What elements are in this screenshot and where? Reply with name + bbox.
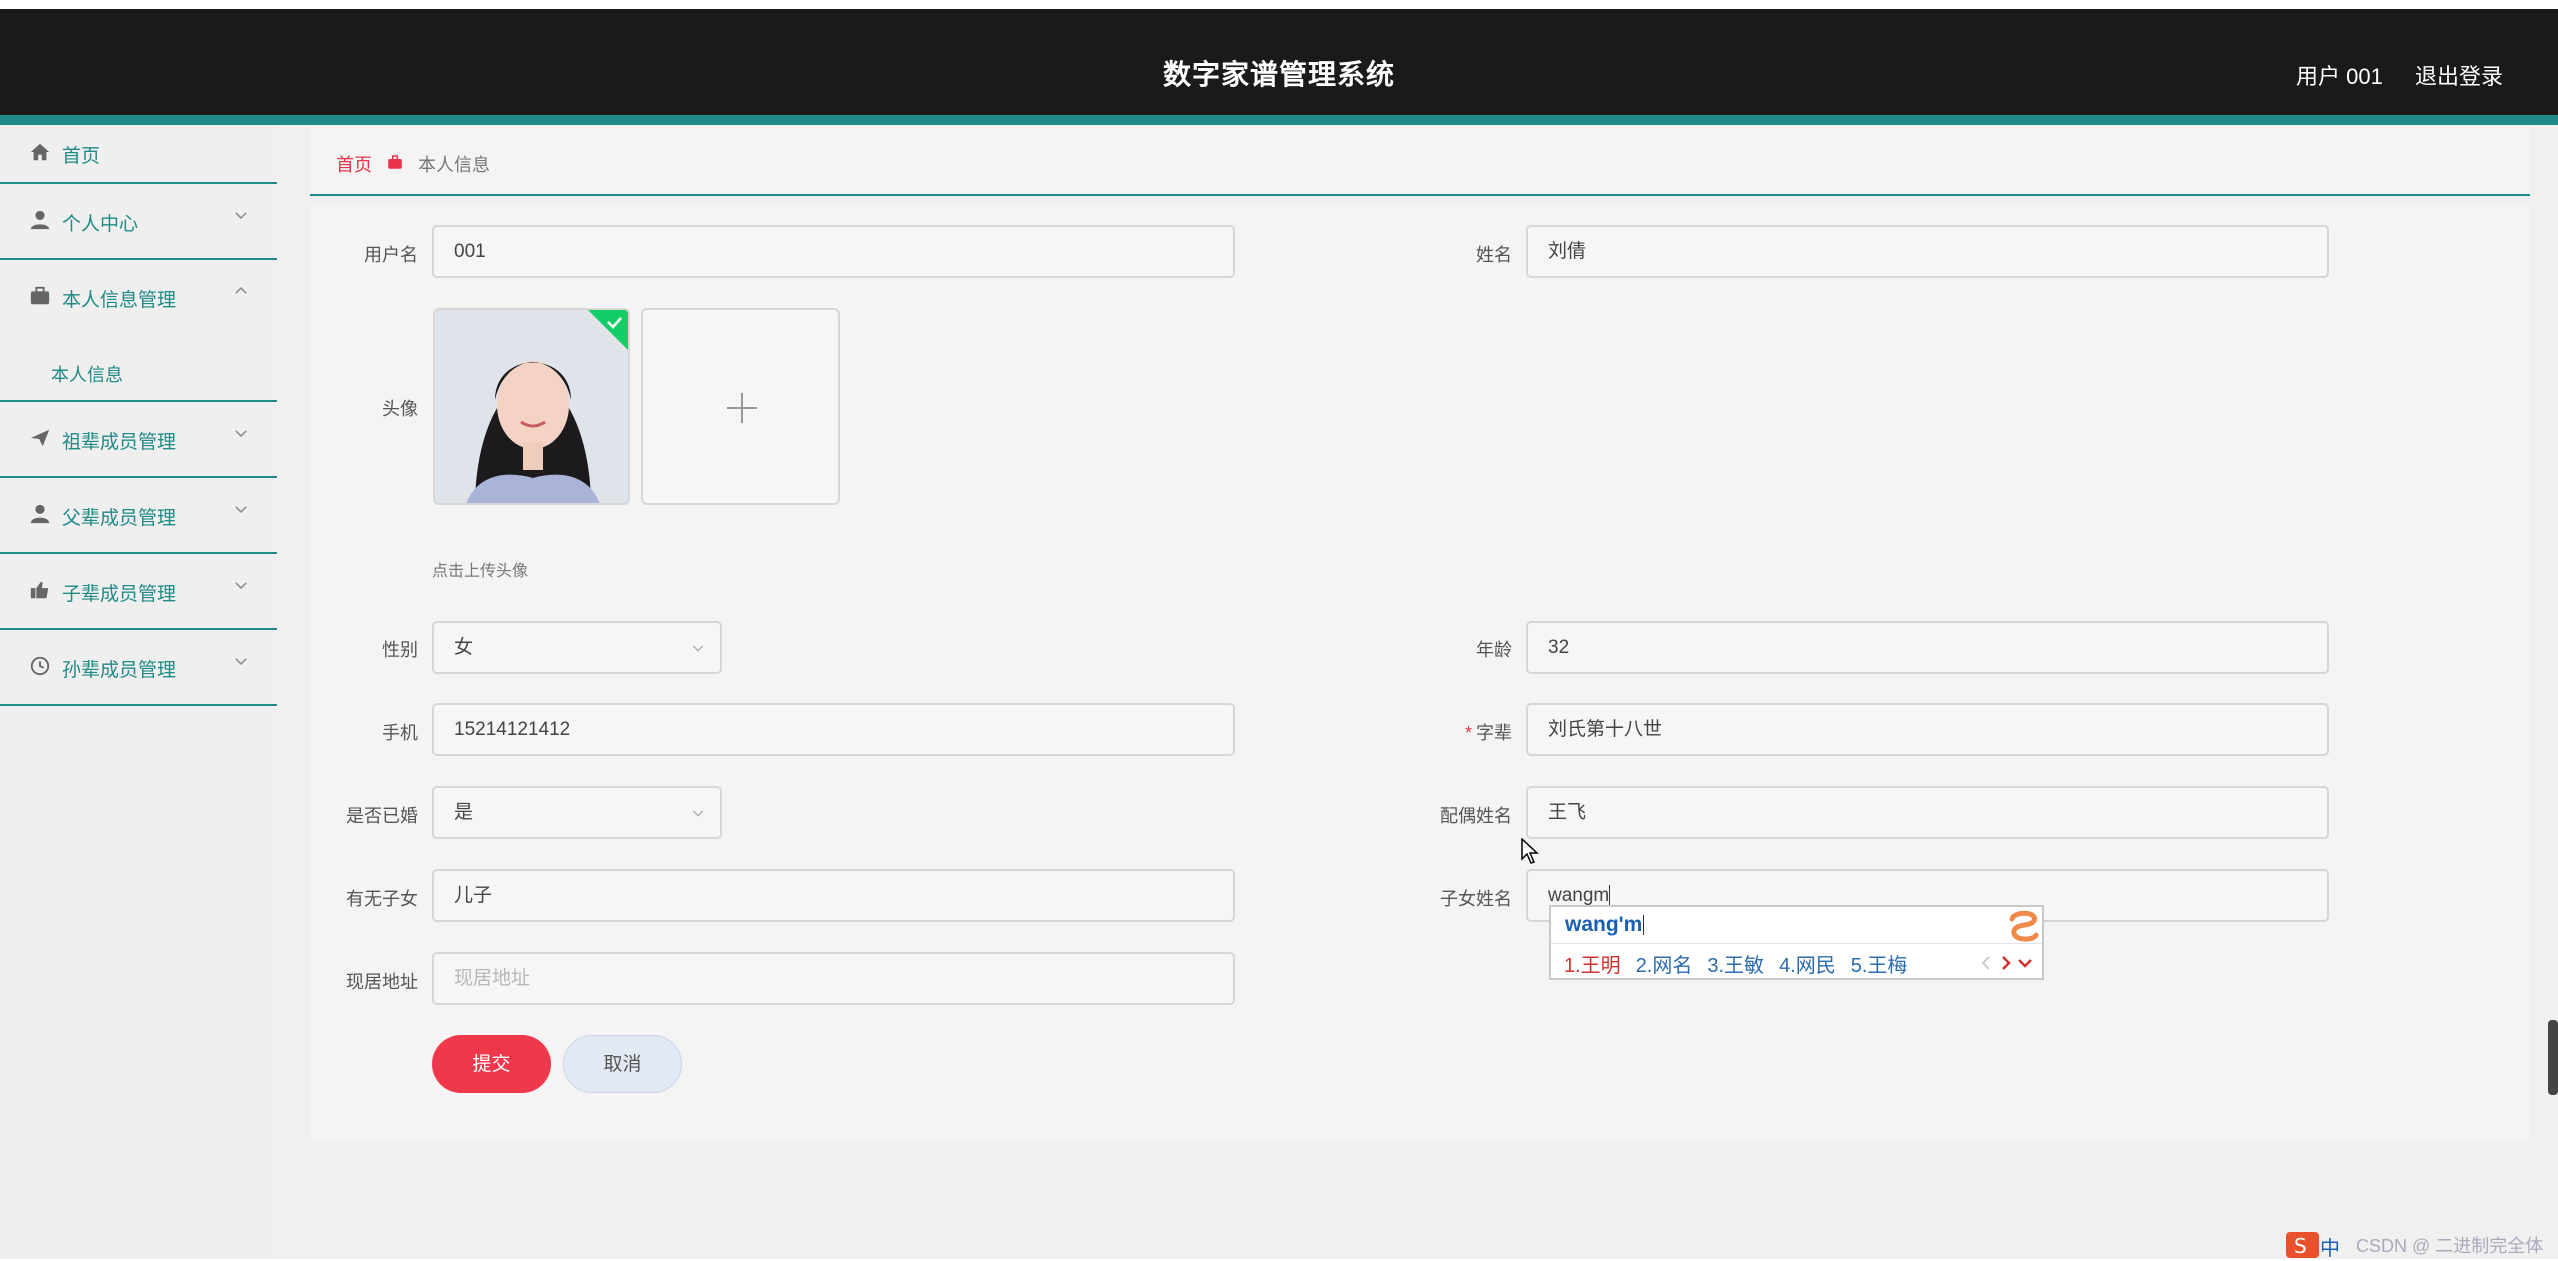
ime-candidate[interactable]: 3.王敏: [1707, 949, 1764, 978]
chevron-down-icon: [692, 810, 704, 817]
ime-candidate[interactable]: 5.王梅: [1851, 949, 1908, 978]
text-caret: [1609, 884, 1611, 907]
ime-divider: [1551, 943, 2042, 944]
chevron-down-icon: [235, 430, 247, 438]
ime-page-nav[interactable]: [1979, 951, 2039, 975]
gender-label: 性别: [382, 640, 418, 660]
gender-value: 女: [454, 637, 474, 658]
chevron-down-icon: [235, 506, 247, 514]
send-icon: [30, 429, 50, 447]
briefcase-icon: [30, 286, 50, 305]
generation-label-text: 字辈: [1476, 723, 1512, 743]
upload-hint: 点击上传头像: [432, 563, 529, 580]
ime-composition: wang'm: [1565, 913, 1645, 937]
ime-candidates: 1.王明 2.网名 3.王敏 4.网民 5.王梅: [1564, 949, 1922, 978]
chevron-down-icon: [235, 582, 247, 590]
generation-label: * 字辈: [1362, 719, 1512, 745]
top-strip: [0, 0, 2558, 9]
sidebar-item-personal-center[interactable]: 个人中心: [0, 184, 277, 260]
plus-icon: [727, 393, 757, 423]
gender-select[interactable]: 女: [432, 621, 722, 674]
chevron-down-icon: [235, 658, 247, 666]
breadcrumb-current: 本人信息: [418, 155, 490, 175]
married-select[interactable]: 是: [432, 786, 722, 839]
thumb-icon: [30, 581, 49, 599]
ime-caret: [1643, 915, 1645, 936]
username-field[interactable]: 001: [432, 225, 1235, 278]
address-label: 现居地址: [346, 972, 418, 992]
child-name-value: wangm: [1548, 885, 1610, 906]
sogou-logo-icon: [2009, 910, 2039, 942]
home-icon: [30, 143, 50, 161]
required-mark: *: [1464, 723, 1472, 743]
user-icon: [30, 210, 50, 230]
sidebar-item-home[interactable]: 首页: [0, 125, 277, 184]
app-title: 数字家谱管理系统: [1162, 59, 1395, 90]
ime-candidate[interactable]: 1.王明: [1564, 949, 1621, 978]
sidebar-item-label: 首页: [62, 146, 101, 167]
avatar[interactable]: [433, 308, 630, 505]
header-accent-bar: [0, 115, 2558, 125]
name-label: 姓名: [1476, 245, 1512, 265]
chevron-down-icon: [692, 645, 704, 652]
sidebar-item-self-info-mgmt[interactable]: 本人信息管理: [0, 260, 277, 336]
age-label: 年龄: [1476, 640, 1512, 660]
briefcase-icon: [388, 155, 402, 169]
sidebar-item-label: 本人信息管理: [62, 290, 177, 311]
person-icon: [30, 504, 50, 524]
spouse-label: 配偶姓名: [1440, 806, 1512, 826]
ime-candidate-window: wang'm 1.王明 2.网名 3.王敏 4.网民 5.王梅: [1549, 905, 2044, 980]
svg-text:S: S: [2294, 1234, 2307, 1258]
age-field[interactable]: 32: [1526, 621, 2329, 674]
generation-field[interactable]: 刘氏第十八世: [1526, 703, 2329, 756]
address-field[interactable]: 现居地址: [432, 952, 1235, 1005]
app-header: 数字家谱管理系统 用户 001 退出登录: [0, 9, 2558, 115]
breadcrumb: 首页 本人信息: [310, 128, 2530, 196]
username-label: 用户名: [364, 245, 418, 265]
logout-link[interactable]: 退出登录: [2415, 59, 2503, 91]
watermark: CSDN @ 二进制完全体: [2356, 1236, 2544, 1256]
sidebar: 首页 个人中心 本人信息管理 本人信息 祖辈成员管理 父辈成员管理 子辈成员管理…: [0, 125, 277, 1259]
children-field[interactable]: 儿子: [432, 869, 1235, 922]
mouse-cursor-icon: [1521, 838, 1539, 864]
ime-lang-indicator[interactable]: 中: [2320, 1232, 2340, 1261]
sidebar-item-grandchildren[interactable]: 孙辈成员管理: [0, 630, 277, 706]
spouse-field[interactable]: 王飞: [1526, 786, 2329, 839]
phone-field[interactable]: 15214121412: [432, 703, 1235, 756]
uploaded-check-icon: [588, 310, 628, 350]
sidebar-item-label: 孙辈成员管理: [62, 660, 177, 681]
sidebar-item-label: 祖辈成员管理: [62, 432, 177, 453]
breadcrumb-home[interactable]: 首页: [336, 151, 372, 177]
ime-composition-text: wang'm: [1565, 913, 1643, 936]
children-label: 有无子女: [346, 889, 418, 909]
current-user: 用户 001: [2296, 64, 2383, 89]
cancel-button[interactable]: 取消: [563, 1035, 682, 1093]
phone-label: 手机: [382, 723, 418, 743]
sidebar-item-label: 个人中心: [62, 214, 139, 235]
ime-candidate[interactable]: 4.网民: [1779, 949, 1836, 978]
chevron-down-icon: [235, 212, 247, 220]
scrollbar[interactable]: [2548, 1020, 2558, 1095]
sidebar-item-label: 本人信息: [51, 365, 123, 385]
sidebar-item-self-info[interactable]: 本人信息: [0, 336, 277, 402]
sidebar-item-children[interactable]: 子辈成员管理: [0, 554, 277, 630]
avatar-upload-button[interactable]: [641, 308, 840, 505]
sidebar-item-parents[interactable]: 父辈成员管理: [0, 478, 277, 554]
name-field[interactable]: 刘倩: [1526, 225, 2329, 278]
avatar-label: 头像: [382, 399, 418, 419]
sidebar-item-label: 子辈成员管理: [62, 584, 177, 605]
sidebar-item-grandparents[interactable]: 祖辈成员管理: [0, 402, 277, 478]
submit-button[interactable]: 提交: [432, 1035, 551, 1093]
chevron-up-icon: [235, 286, 247, 294]
ime-candidate[interactable]: 2.网名: [1636, 949, 1693, 978]
sidebar-item-label: 父辈成员管理: [62, 508, 177, 529]
clock-icon: [30, 656, 50, 676]
married-value: 是: [454, 802, 474, 823]
married-label: 是否已婚: [346, 806, 418, 826]
sogou-tray-icon[interactable]: S: [2285, 1231, 2320, 1259]
child-name-label: 子女姓名: [1440, 889, 1512, 909]
